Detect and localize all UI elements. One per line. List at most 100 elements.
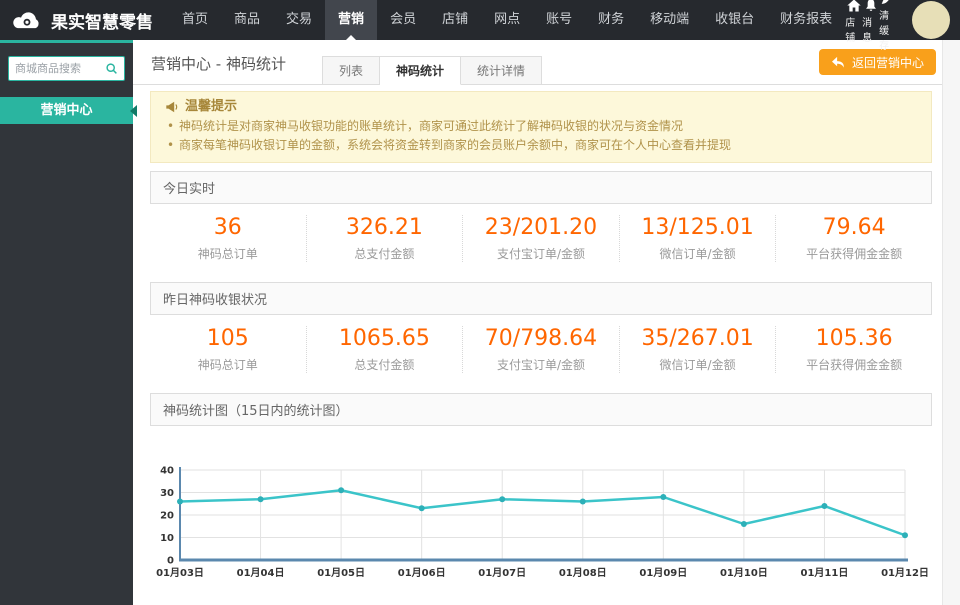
stat-value: 35/267.01 [641,326,754,351]
nav-item-outlets[interactable]: 网点 [481,0,533,40]
back-button-label: 返回营销中心 [851,55,924,70]
notice-box: 温馨提示 神码统计是对商家神马收银功能的账单统计，商家可通过此统计了解神码收银的… [150,91,932,163]
stat-label: 总支付金额 [354,358,415,372]
stat-label: 神码总订单 [197,358,258,372]
svg-text:20: 20 [160,511,174,522]
svg-text:01月03日: 01月03日 [156,567,204,579]
scrollbar-track[interactable] [942,40,960,605]
stat-card: 70/798.64 支付宝订单/金额 [462,326,619,373]
stat-value: 36 [213,215,242,240]
megaphone-icon [165,100,179,114]
stat-value: 13/125.01 [641,215,754,240]
stat-value: 1065.65 [338,326,430,351]
stat-card: 13/125.01 微信订单/金额 [618,215,776,262]
cloud-logo-icon [10,9,44,32]
stat-label: 神码总订单 [197,247,258,261]
stat-value: 23/201.20 [484,215,598,240]
svg-text:01月12日: 01月12日 [881,567,929,579]
clear-cache-label: 清缓存 [879,10,890,52]
message-icon [863,0,879,13]
stat-card: 35/267.01 微信订单/金额 [618,326,776,373]
stat-value: 105.36 [815,326,893,351]
today-stats-row: 36 神码总订单 326.21 总支付金额 23/201.20 支付宝订单/金额… [150,204,932,274]
stat-label: 平台获得佣金金额 [806,358,903,372]
stat-card: 79.64 平台获得佣金金额 [775,215,932,262]
section-header-yesterday: 昨日神码收银状况 [150,282,932,315]
stat-value: 105 [206,326,249,351]
stat-label: 总支付金额 [354,247,415,261]
nav-item-members[interactable]: 会员 [377,0,429,40]
nav-item-finance[interactable]: 财务 [585,0,637,40]
nav-item-cashier[interactable]: 收银台 [702,0,767,40]
line-chart: 0 10 20 30 40 01月03日 01月04日 01月05日 01月06日 01月07日 0… [150,462,932,584]
main-panel: 营销中心 - 神码统计 列表 神码统计 统计详情 返回营销中心 温馨提示 • 神… [133,40,960,605]
nav-item-marketing[interactable]: 营销 [325,0,378,40]
back-to-marketing-button[interactable]: 返回营销中心 [818,49,936,75]
app-title: 果实智慧零售 [51,12,153,33]
stat-label: 微信订单/金额 [659,247,736,261]
stat-card: 1065.65 总支付金额 [305,326,463,373]
svg-text:01月10日: 01月10日 [720,567,768,579]
content: 温馨提示 神码统计是对商家神马收银功能的账单统计，商家可通过此统计了解神码收银的… [133,85,960,584]
nav-item-mobile[interactable]: 移动端 [637,0,702,40]
svg-text:01月07日: 01月07日 [478,567,526,579]
yesterday-stats-row: 105 神码总订单 1065.65 总支付金额 70/798.64 支付宝订单/… [150,315,932,385]
stat-label: 微信订单/金额 [659,358,736,372]
clear-cache-button[interactable]: 清缓存 [879,0,896,52]
app-logo[interactable]: 果实智慧零售 [0,8,169,33]
nav-item-shop[interactable]: 店铺 [429,0,481,40]
notice-title-row: 温馨提示 [165,99,917,115]
stat-label: 支付宝订单/金额 [496,247,585,261]
svg-text:01月11日: 01月11日 [801,567,849,579]
sidebar-search [8,56,125,81]
stat-card: 36 神码总订单 [150,215,306,262]
stat-value: 326.21 [345,215,423,240]
messages-label: 消息 [862,18,873,44]
svg-text:01月09日: 01月09日 [639,567,687,579]
svg-text:01月04日: 01月04日 [237,567,285,579]
tab-shenma-stats[interactable]: 神码统计 [380,56,462,85]
svg-text:0: 0 [167,556,174,567]
breadcrumb: 营销中心 - 神码统计 [151,55,286,73]
stat-card: 105 神码总订单 [150,326,306,373]
svg-text:10: 10 [160,533,174,544]
nav-item-trade[interactable]: 交易 [273,0,325,40]
stat-value: 70/798.64 [484,326,598,351]
clear-cache-icon [880,0,896,6]
nav-item-home[interactable]: 首页 [169,0,221,40]
sidebar-item-marketing-center[interactable]: 营销中心 [0,97,137,124]
back-arrow-icon [831,56,846,69]
search-icon[interactable] [105,62,118,75]
notice-line: 商家每笔神码收银订单的金额，系统会将资金转到商家的会员账户余额中，商家可在个人中… [165,138,917,153]
nav-item-finance-report[interactable]: 财务报表 [767,0,845,40]
notice-line: 神码统计是对商家神马收银功能的账单统计，商家可通过此统计了解神码收银的状况与资金… [165,119,917,134]
store-button[interactable]: 店铺 [845,0,862,44]
nav-item-account[interactable]: 账号 [533,0,585,40]
stat-value: 79.64 [822,215,886,240]
tab-stats-detail[interactable]: 统计详情 [461,56,543,85]
svg-text:40: 40 [160,466,174,477]
stat-card: 23/201.20 支付宝订单/金额 [462,215,619,262]
store-label: 店铺 [845,18,856,44]
svg-text:30: 30 [160,488,174,499]
tabs: 列表 神码统计 统计详情 [322,56,543,85]
section-header-chart: 神码统计图（15日内的统计图） [150,393,932,426]
svg-text:01月08日: 01月08日 [559,567,607,579]
stat-card: 326.21 总支付金额 [305,215,463,262]
sidebar: 营销中心 [0,40,137,605]
nav-item-goods[interactable]: 商品 [221,0,273,40]
svg-text:01月06日: 01月06日 [398,567,446,579]
page-header: 营销中心 - 神码统计 列表 神码统计 统计详情 返回营销中心 [133,40,960,85]
search-input[interactable] [9,62,105,75]
user-avatar[interactable] [912,1,950,39]
section-header-today: 今日实时 [150,171,932,204]
tab-list[interactable]: 列表 [322,56,381,85]
stat-label: 支付宝订单/金额 [496,358,585,372]
messages-button[interactable]: 消息 [862,0,879,44]
stat-label: 平台获得佣金金额 [806,247,903,261]
svg-text:01月05日: 01月05日 [317,567,365,579]
store-icon [846,0,862,13]
topbar: 果实智慧零售 首页 商品 交易 营销 会员 店铺 网点 账号 财务 移动端 收银… [0,0,960,52]
stat-card: 105.36 平台获得佣金金额 [775,326,932,373]
notice-title: 温馨提示 [185,99,238,114]
